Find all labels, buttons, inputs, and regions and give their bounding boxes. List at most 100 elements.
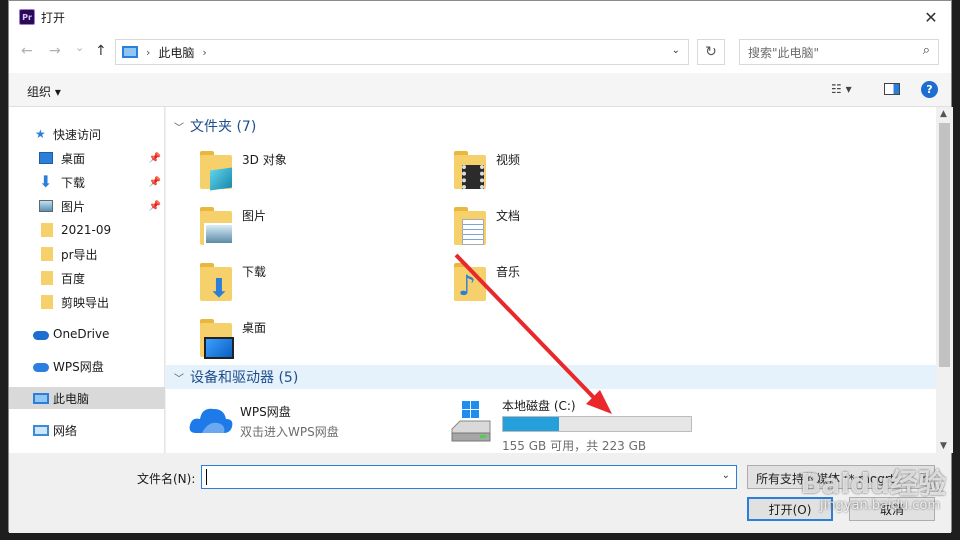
- sidebar-item-quick-access[interactable]: ★ 快速访问: [9, 123, 165, 145]
- desktop-icon: [196, 317, 234, 359]
- pin-icon[interactable]: 📌: [149, 153, 161, 164]
- file-list: ﹀ 文件夹 (7) 3D 对象 视频 图片 文档 ⬇ 下载 ♪ 音乐 桌面 ﹀ …: [166, 107, 936, 453]
- up-button[interactable]: ↑: [95, 43, 107, 59]
- sidebar-item-label: 图片: [61, 199, 86, 214]
- pin-icon[interactable]: 📌: [149, 177, 161, 188]
- sidebar-item-baidu[interactable]: 百度: [9, 267, 165, 289]
- 3d-objects-icon: [196, 149, 232, 191]
- cloud-icon: [33, 331, 49, 340]
- folder-name: 图片: [242, 209, 267, 223]
- scroll-down-icon[interactable]: ▼: [940, 441, 947, 451]
- device-subtitle: 双击进入WPS网盘: [240, 425, 339, 439]
- device-name: WPS网盘: [240, 405, 291, 419]
- folder-name: 音乐: [496, 265, 521, 279]
- sidebar-item-label: 2021-09: [61, 223, 112, 237]
- sidebar-item-pictures[interactable]: 图片 📌: [9, 195, 165, 217]
- pictures-icon: [39, 200, 53, 212]
- sidebar-item-wps-drive[interactable]: WPS网盘: [9, 355, 165, 377]
- sidebar-item-label: 网络: [53, 423, 78, 438]
- pictures-icon: [196, 205, 234, 247]
- chevron-right-icon[interactable]: ›: [202, 46, 206, 59]
- search-icon[interactable]: ⌕: [923, 43, 930, 58]
- cloud-icon: [33, 363, 49, 372]
- view-options-icon[interactable]: ☷ ▾: [831, 82, 852, 96]
- watermark: Baidu经验: [800, 467, 946, 500]
- sidebar-item-downloads[interactable]: ⬇ 下载 📌: [9, 171, 165, 193]
- device-item-local-disk-c[interactable]: 本地磁盘 (C:) 155 GB 可用，共 223 GB: [450, 395, 710, 455]
- folder-name: 桌面: [242, 321, 267, 335]
- vertical-scrollbar[interactable]: ▲ ▼: [936, 107, 953, 453]
- recent-locations-button[interactable]: ⌄: [75, 41, 84, 54]
- computer-icon: [122, 46, 138, 58]
- forward-button[interactable]: →: [49, 43, 61, 59]
- chevron-down-icon[interactable]: ﹀: [174, 119, 184, 134]
- filename-input[interactable]: ⌄: [201, 465, 737, 489]
- folder-item-3d-objects[interactable]: 3D 对象: [196, 145, 436, 197]
- close-button[interactable]: ✕: [911, 1, 951, 33]
- device-item-wps-drive[interactable]: WPS网盘 双击进入WPS网盘: [188, 401, 428, 461]
- organize-menu[interactable]: 组织 ▾: [27, 83, 61, 100]
- sidebar-item-2021-09[interactable]: 2021-09: [9, 219, 165, 241]
- chevron-right-icon: ›: [146, 45, 151, 59]
- navigation-pane: ★ 快速访问 桌面 📌 ⬇ 下载 📌 图片 📌 2021-09 pr导出 百度 …: [9, 107, 165, 453]
- scrollbar-thumb[interactable]: [939, 123, 950, 367]
- disk-usage-bar: [502, 416, 692, 432]
- group-title: 文件夹 (7): [190, 119, 257, 135]
- watermark-url: jingyan.baidu.com: [820, 498, 940, 513]
- filename-label: 文件名(N):: [137, 472, 196, 486]
- pin-icon[interactable]: 📌: [149, 201, 161, 212]
- music-icon: ♪: [450, 261, 486, 303]
- toolbar: 组织 ▾ ☷ ▾ ?: [9, 73, 951, 107]
- title-bar: Pr 打开 ✕: [9, 1, 951, 33]
- help-icon[interactable]: ?: [921, 81, 938, 98]
- window-title: 打开: [41, 10, 66, 25]
- sidebar-item-label: 百度: [61, 271, 86, 286]
- sidebar-item-label: 桌面: [61, 151, 86, 166]
- folder-item-documents[interactable]: 文档: [450, 201, 690, 253]
- back-button[interactable]: ←: [21, 43, 33, 59]
- device-subtitle: 155 GB 可用，共 223 GB: [502, 439, 647, 453]
- folder-item-music[interactable]: ♪ 音乐: [450, 257, 690, 309]
- sidebar-item-label: 下载: [61, 175, 86, 190]
- chevron-down-icon[interactable]: ⌄: [722, 470, 730, 481]
- sidebar-item-label: WPS网盘: [53, 359, 104, 374]
- search-placeholder: 搜索"此电脑": [748, 45, 820, 60]
- group-header-folders[interactable]: ﹀ 文件夹 (7): [166, 114, 936, 138]
- sidebar-item-onedrive[interactable]: OneDrive: [9, 323, 165, 345]
- sidebar-item-pr-export[interactable]: pr导出: [9, 243, 165, 265]
- folder-item-downloads[interactable]: ⬇ 下载: [196, 257, 436, 309]
- sidebar-item-network[interactable]: 网络: [9, 419, 165, 441]
- disk-usage-fill: [503, 417, 560, 431]
- download-icon: ⬇: [39, 172, 53, 191]
- folder-item-pictures[interactable]: 图片: [196, 201, 436, 253]
- sidebar-item-desktop[interactable]: 桌面 📌: [9, 147, 165, 169]
- chevron-down-icon[interactable]: ⌄: [672, 45, 680, 56]
- search-input[interactable]: 搜索"此电脑" ⌕: [739, 39, 939, 65]
- wps-cloud-icon: [189, 408, 233, 433]
- network-icon: [33, 424, 49, 436]
- preview-pane-icon[interactable]: [884, 83, 900, 95]
- device-name: 本地磁盘 (C:): [502, 399, 576, 413]
- sidebar-item-jianying-export[interactable]: 剪映导出: [9, 291, 165, 313]
- folder-item-videos[interactable]: 视频: [450, 145, 690, 197]
- folder-name: 视频: [496, 153, 521, 167]
- breadcrumb-this-pc[interactable]: 此电脑: [158, 44, 194, 61]
- folder-name: 3D 对象: [242, 153, 287, 167]
- drive-icon: [451, 401, 491, 442]
- folder-icon: [41, 295, 53, 309]
- sidebar-item-label: 快速访问: [53, 127, 102, 142]
- sidebar-item-this-pc[interactable]: 此电脑: [9, 387, 165, 409]
- folder-icon: [41, 247, 53, 261]
- premiere-app-icon: Pr: [19, 9, 35, 25]
- documents-icon: [450, 205, 486, 247]
- refresh-button[interactable]: ↻: [697, 39, 725, 65]
- chevron-down-icon[interactable]: ﹀: [174, 370, 184, 385]
- group-header-devices[interactable]: ﹀ 设备和驱动器 (5): [166, 365, 936, 389]
- folder-name: 下载: [242, 265, 267, 279]
- scroll-up-icon[interactable]: ▲: [940, 109, 947, 119]
- videos-icon: [450, 149, 486, 191]
- computer-icon: [33, 392, 49, 404]
- sidebar-item-label: 剪映导出: [61, 295, 110, 310]
- address-bar[interactable]: › 此电脑 › ⌄: [115, 39, 689, 65]
- folder-item-desktop[interactable]: 桌面: [196, 313, 436, 365]
